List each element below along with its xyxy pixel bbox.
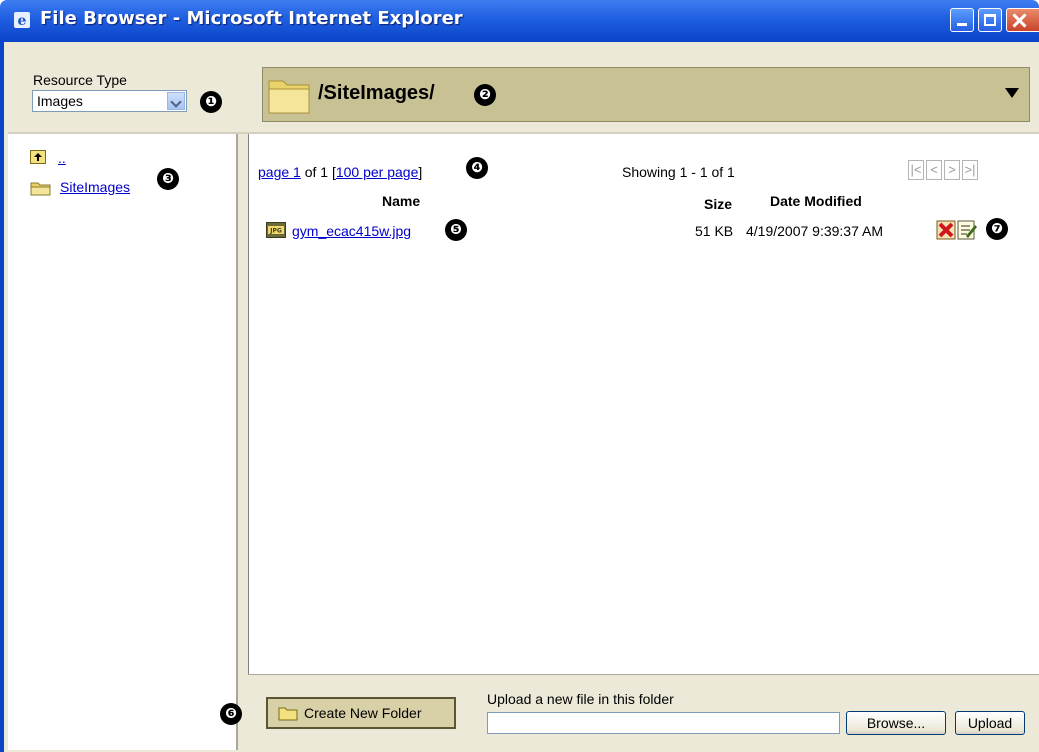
jpg-badge: JPG xyxy=(269,228,282,235)
file-date: 4/19/2007 9:39:37 AM xyxy=(746,223,883,239)
file-link[interactable]: gym_ecac415w.jpg xyxy=(292,223,411,239)
siteimages-folder-link[interactable]: SiteImages xyxy=(60,179,130,195)
column-header-name[interactable]: Name xyxy=(382,193,420,209)
callout-5: ❺ xyxy=(445,219,467,241)
column-header-date[interactable]: Date Modified xyxy=(770,193,862,209)
folder-open-icon xyxy=(30,182,51,196)
internet-explorer-icon: e xyxy=(14,12,30,29)
current-path-bar[interactable]: /SiteImages/ xyxy=(262,67,1030,122)
new-folder-icon xyxy=(278,707,298,721)
folder-tree-panel xyxy=(8,134,238,750)
upload-label: Upload a new file in this folder xyxy=(487,691,674,707)
parent-folder-link[interactable]: .. xyxy=(58,150,66,166)
callout-2: ❷ xyxy=(474,84,496,106)
callout-4: ❹ xyxy=(466,157,488,179)
svg-text:e: e xyxy=(18,13,27,29)
file-size: 51 KB xyxy=(695,223,734,239)
jpg-file-icon: JPG xyxy=(266,222,286,238)
title-bar: e File Browser - Microsoft Internet Expl… xyxy=(0,0,1039,42)
chevron-down-icon[interactable] xyxy=(167,92,185,110)
page-link[interactable]: page 1 xyxy=(258,164,301,180)
resource-type-value: Images xyxy=(37,93,83,109)
showing-count: Showing 1 - 1 of 1 xyxy=(622,164,735,180)
file-list-panel xyxy=(248,134,1039,674)
folder-up-icon[interactable] xyxy=(30,150,46,164)
column-header-size[interactable]: Size xyxy=(704,196,732,212)
upload-button[interactable]: Upload xyxy=(955,711,1025,735)
create-new-folder-button[interactable]: Create New Folder xyxy=(266,697,456,729)
tree-item-siteimages[interactable]: SiteImages xyxy=(60,179,130,195)
window-title: File Browser - Microsoft Internet Explor… xyxy=(40,8,463,29)
callout-6: ❻ xyxy=(220,703,242,725)
minimize-button[interactable] xyxy=(950,8,974,32)
next-page-button[interactable]: > xyxy=(944,160,960,180)
resource-type-select[interactable]: Images xyxy=(32,90,187,112)
tree-item-parent[interactable]: .. xyxy=(58,150,66,166)
prev-page-button[interactable]: < xyxy=(926,160,942,180)
resource-type-label: Resource Type xyxy=(33,72,127,88)
folder-open-icon xyxy=(268,80,310,114)
callout-7: ❼ xyxy=(986,218,1008,240)
callout-1: ❶ xyxy=(200,91,222,113)
create-folder-label: Create New Folder xyxy=(304,705,422,721)
callout-3: ❸ xyxy=(157,168,179,190)
path-dropdown-arrow-icon[interactable] xyxy=(1005,88,1019,98)
upload-file-input[interactable] xyxy=(487,712,840,734)
browse-button[interactable]: Browse... xyxy=(846,711,946,735)
rename-edit-icon[interactable] xyxy=(957,220,977,240)
paging-text: page 1 of 1 [100 per page] xyxy=(258,164,423,180)
last-page-button[interactable]: >| xyxy=(962,160,978,180)
per-page-link[interactable]: 100 per page xyxy=(336,164,419,180)
maximize-button[interactable] xyxy=(978,8,1002,32)
close-button[interactable] xyxy=(1006,8,1039,32)
delete-icon[interactable] xyxy=(936,220,956,240)
first-page-button[interactable]: |< xyxy=(908,160,924,180)
current-path: /SiteImages/ xyxy=(318,82,435,104)
